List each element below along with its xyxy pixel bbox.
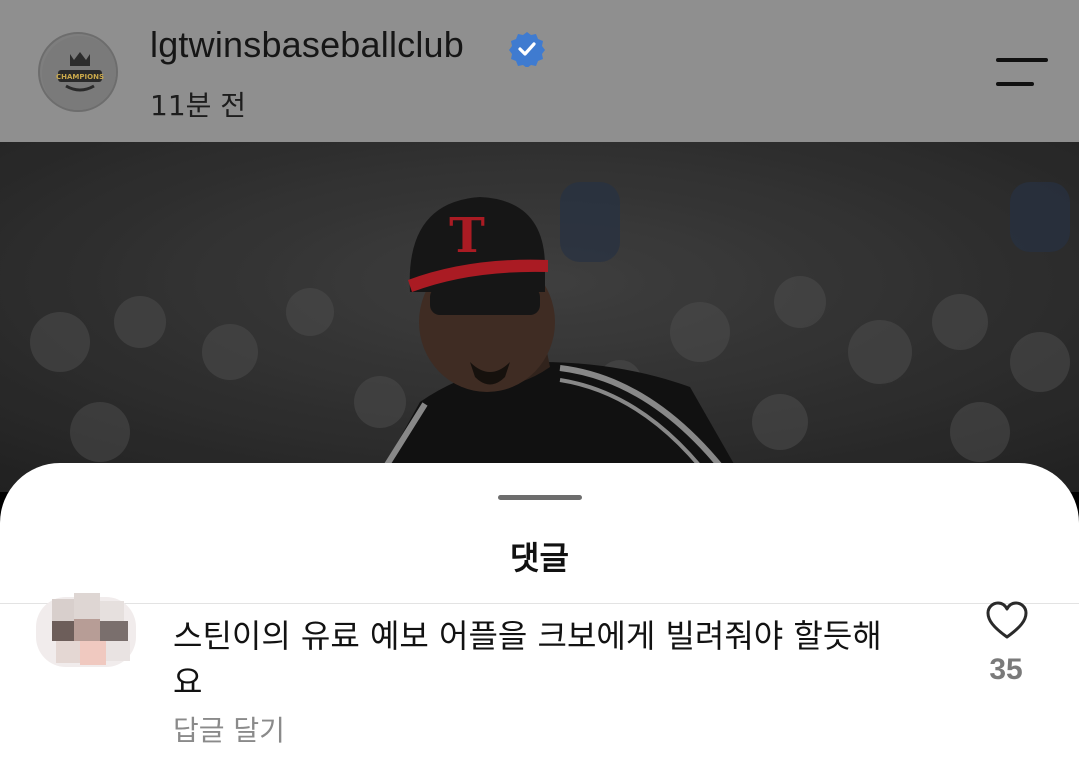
divider xyxy=(0,603,1079,604)
comment-avatar[interactable] xyxy=(34,589,148,669)
blurred-avatar-icon xyxy=(36,593,136,667)
like-count: 35 xyxy=(989,653,1023,686)
comments-sheet: 댓글 스틴이의 유료 예보 어플을 크보에게 빌려줘야 할듯해요 답글 달기 3… xyxy=(0,463,1079,778)
reply-button[interactable]: 답글 달기 xyxy=(173,709,285,749)
comment-text: 스틴이의 유료 예보 어플을 크보에게 빌려줘야 할듯해요 xyxy=(173,617,882,701)
champions-logo-icon: CHAMPIONS xyxy=(42,36,116,110)
menu-icon[interactable] xyxy=(994,54,1050,90)
post-header: CHAMPIONS lgtwinsbaseballclub 11분 전 xyxy=(0,0,1079,142)
avatar-logo-text: CHAMPIONS xyxy=(56,73,104,81)
verified-badge-icon xyxy=(509,32,545,67)
baseball-player-image: T xyxy=(0,142,1079,492)
heart-icon[interactable] xyxy=(985,601,1029,641)
sheet-title: 댓글 xyxy=(510,539,569,577)
post-photo: T xyxy=(0,142,1079,492)
post-time: 11분 전 xyxy=(150,89,247,122)
profile-avatar[interactable]: CHAMPIONS xyxy=(38,32,118,112)
username[interactable]: lgtwinsbaseballclub xyxy=(150,24,464,66)
sheet-drag-handle[interactable] xyxy=(498,495,582,500)
